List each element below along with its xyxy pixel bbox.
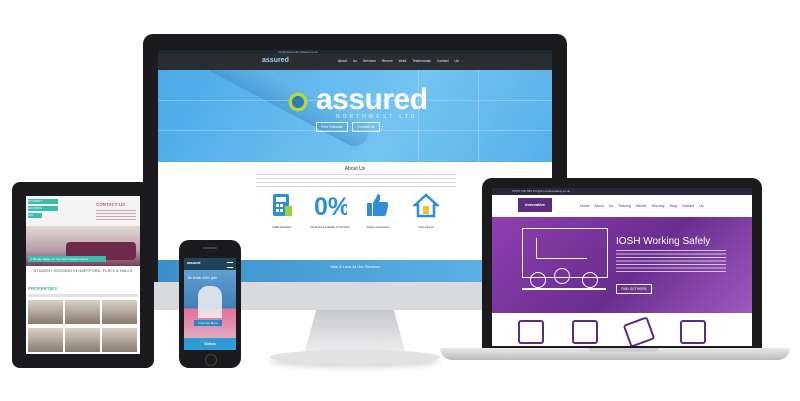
blueprint-line: [478, 70, 479, 162]
person-icon: [582, 272, 598, 288]
table-illustration: [522, 288, 606, 290]
chart-illustration: [536, 238, 587, 259]
laptop-notch: [588, 348, 658, 352]
training-icon[interactable]: [572, 320, 598, 344]
desktop-nav-logo[interactable]: assured: [262, 57, 289, 64]
tablet-brand-line: NW: [28, 213, 42, 218]
advice-icon[interactable]: [680, 320, 706, 344]
tablet-brand-line: STUDENT: [28, 199, 58, 204]
property-photo[interactable]: [102, 300, 137, 324]
phone-videos-band[interactable]: Videos: [184, 338, 236, 350]
hero-logo-subtitle: NORTHWEST LTD: [336, 114, 418, 120]
phone-home-button[interactable]: [205, 354, 217, 366]
tablet-contact-details: [96, 210, 136, 222]
card-icon[interactable]: [622, 316, 656, 346]
calculator-icon: [273, 194, 292, 216]
person-illustration: [198, 286, 222, 318]
laptop-logo[interactable]: innovative: [518, 198, 552, 212]
tablet-brand-line: HOUSING: [28, 206, 58, 211]
desktop-monitor-stand: [304, 310, 406, 354]
person-icon: [554, 268, 570, 284]
property-photo[interactable]: [102, 328, 137, 352]
property-photo[interactable]: [65, 328, 100, 352]
desktop-nav-links[interactable]: About Us Services Recent Work Testimonia…: [338, 59, 459, 63]
person-icon: [530, 272, 546, 288]
tablet-screen: STUDENT HOUSING NW CONTACT US A Simple S…: [26, 196, 140, 354]
house-icon: [411, 193, 441, 218]
property-photo[interactable]: [65, 300, 100, 324]
feature-label: Fully Insured: [418, 226, 434, 229]
feature-label: Quality Guaranteed: [366, 226, 390, 229]
feature-insured: Fully Insured: [406, 192, 446, 229]
about-us-heading: About Us: [344, 166, 366, 172]
laptop-contact-info: 07570 356 000 info@innovativesafety.co.u…: [512, 189, 571, 193]
about-us-body-text: [256, 174, 456, 188]
laptop-screen: 07570 356 000 info@innovativesafety.co.u…: [492, 188, 752, 346]
laptop-find-out-more-button[interactable]: FIND OUT MORE: [616, 284, 652, 294]
svg-text:0%: 0%: [314, 193, 347, 218]
tablet-properties-heading: PROPERTIES: [28, 286, 58, 291]
feature-quality: Quality Guaranteed: [358, 192, 398, 229]
phone-speaker: [203, 247, 217, 249]
tablet-filter-bar: [28, 294, 138, 297]
phone-hero-title: Be inside of the plan: [188, 276, 217, 280]
laptop-nav-links[interactable]: Home About Us Training Advice Security B…: [580, 204, 703, 208]
tablet-banner-text: A Simple Stage To Your Next Student Home: [28, 256, 106, 262]
laptop-hero-title: IOSH Working Safely: [616, 236, 711, 247]
feature-free-estimates: FREE Estimates: [262, 192, 302, 229]
feature-label: FREE Estimates: [272, 226, 292, 229]
tablet-contact-heading[interactable]: CONTACT US: [96, 202, 125, 207]
chat-icon[interactable]: [518, 320, 544, 344]
contact-us-button[interactable]: Contact Us: [352, 122, 380, 132]
phone-find-out-more-button[interactable]: Find Out More: [194, 320, 222, 326]
free-estimate-button[interactable]: Free Estimate: [316, 122, 348, 132]
percent-icon: 0%: [314, 193, 350, 221]
laptop-hero-text: [616, 250, 726, 272]
phone-screen: assured Be inside of the plan Find Out M…: [184, 258, 236, 350]
desktop-monitor-base: [270, 350, 440, 364]
feature-label: 0% Finance Available On All Work: [310, 226, 350, 229]
tablet-caption: STUDENT HOUSING IN HARTFORD, FLATS & HAL…: [33, 268, 133, 273]
sun-logo-icon: [286, 90, 310, 114]
feature-finance: 0% 0% Finance Available On All Work: [310, 192, 350, 229]
hero-logo-text: assured: [316, 83, 428, 116]
property-photo[interactable]: [28, 328, 63, 352]
menu-icon[interactable]: [227, 262, 233, 268]
property-photo[interactable]: [28, 300, 63, 324]
thumbs-up-icon: [367, 194, 389, 216]
phone-logo[interactable]: assured: [187, 261, 200, 265]
